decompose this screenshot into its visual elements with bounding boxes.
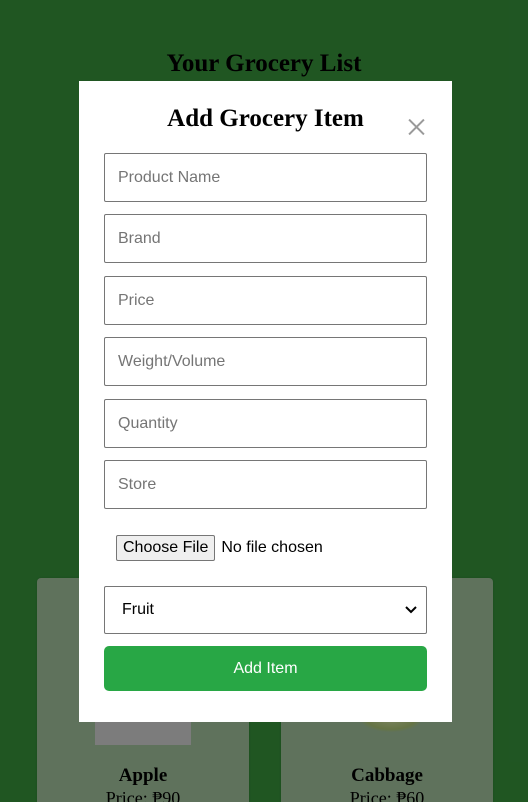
modal-title: Add Grocery Item [167,105,364,132]
store-input[interactable] [104,460,427,509]
add-item-button[interactable]: Add Item [104,646,427,691]
file-status: No file chosen [221,539,323,556]
price-input[interactable] [104,276,427,325]
category-selected-value: Fruit [122,601,154,618]
file-picker: Choose File No file chosen [116,535,323,561]
product-name-input[interactable] [104,153,427,202]
category-select[interactable]: Fruit [104,586,427,634]
weight-volume-input[interactable] [104,337,427,386]
quantity-input[interactable] [104,399,427,448]
chevron-down-icon [405,606,417,614]
close-icon[interactable] [404,115,428,139]
add-item-modal: Add Grocery Item Choose File No file cho… [79,81,452,722]
brand-input[interactable] [104,214,427,263]
choose-file-button[interactable]: Choose File [116,535,216,561]
